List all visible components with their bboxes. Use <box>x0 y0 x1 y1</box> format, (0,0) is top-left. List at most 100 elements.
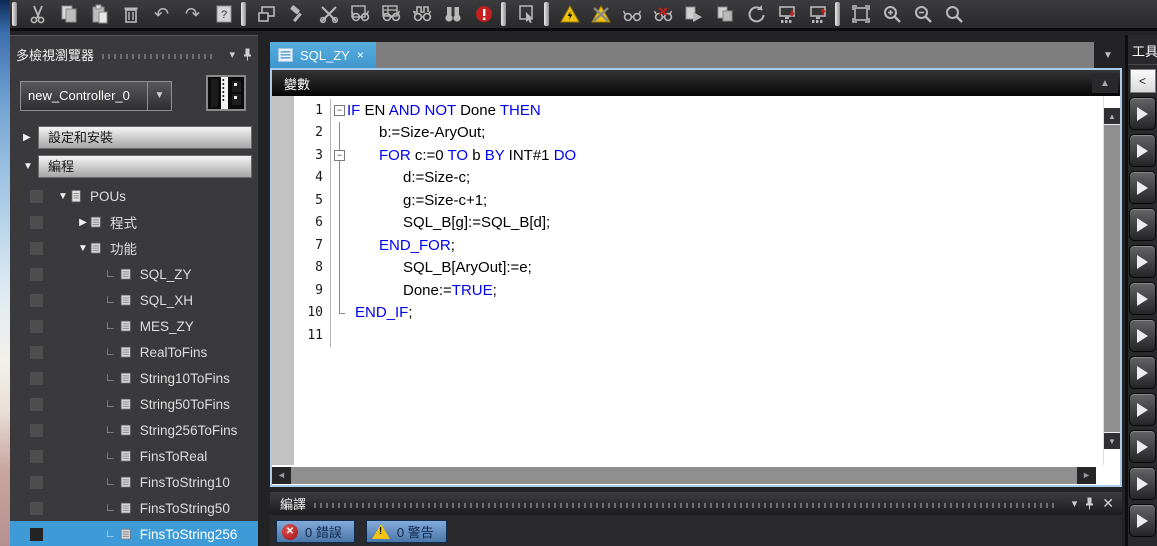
tree-item-FinsToString10[interactable]: ∟FinsToString10 <box>10 469 258 495</box>
expanded-arrow-icon[interactable]: ▼ <box>77 243 89 254</box>
tree-item-String10ToFins[interactable]: ∟String10ToFins <box>10 365 258 391</box>
synchronize-button[interactable] <box>740 1 771 27</box>
horizontal-scrollbar[interactable]: ◄ ► <box>272 465 1120 485</box>
transfer-to-controller-button[interactable] <box>771 1 802 27</box>
horizontal-scroll-thumb[interactable] <box>291 467 1077 484</box>
section-configuration[interactable]: ▶ 設定和安裝 <box>10 126 258 150</box>
zoom-fit-button[interactable] <box>845 1 876 27</box>
window-new-button[interactable] <box>251 1 282 27</box>
expanded-arrow-icon[interactable]: ▼ <box>23 161 33 172</box>
toolbox-expander-button[interactable] <box>1129 97 1156 130</box>
tree-item-SQL_ZY[interactable]: ∟SQL_ZY <box>10 261 258 287</box>
zoom-out-button[interactable] <box>907 1 938 27</box>
status-square <box>30 528 43 541</box>
help-button[interactable]: ? <box>208 1 239 27</box>
code-area[interactable]: 1−IF EN AND NOT Done THEN2b:=Size-AryOut… <box>272 96 1120 465</box>
variables-bar[interactable]: 變數 ▲ <box>272 70 1120 96</box>
toolbox-expander-button[interactable] <box>1129 430 1156 463</box>
tree-item-FinsToString50[interactable]: ∟FinsToString50 <box>10 495 258 521</box>
toolbox-expander-button[interactable] <box>1129 467 1156 500</box>
go-offline-button[interactable] <box>585 1 616 27</box>
gutter-margin <box>272 96 294 465</box>
paste-button[interactable] <box>84 1 115 27</box>
tree-item-String50ToFins[interactable]: ∟String50ToFins <box>10 391 258 417</box>
collapsed-arrow-icon[interactable]: ▶ <box>23 132 31 143</box>
close-icon[interactable]: ✕ <box>1102 495 1114 512</box>
tree-item-FinsToReal[interactable]: ∟FinsToReal <box>10 443 258 469</box>
tree-item-FinsToString256[interactable]: ∟FinsToString256 <box>10 521 258 546</box>
section-programming[interactable]: ▼ 編程 <box>10 155 258 179</box>
tree-item-String256ToFins[interactable]: ∟String256ToFins <box>10 417 258 443</box>
toolbox-collapse-button[interactable]: < <box>1130 69 1156 93</box>
scrollbar-spacer <box>1096 467 1120 484</box>
rebuild-button[interactable] <box>313 1 344 27</box>
check-all-button[interactable] <box>375 1 406 27</box>
tree-item-功能[interactable]: ▼ 功能 <box>10 235 258 261</box>
toolbox-expander-button[interactable] <box>1129 356 1156 389</box>
panel-menu-chevron-icon[interactable]: ▾ <box>1072 497 1078 510</box>
tree-item-RealToFins[interactable]: ∟RealToFins <box>10 339 258 365</box>
toolbox-expander-button[interactable] <box>1129 134 1156 167</box>
fold-column <box>330 279 347 302</box>
pin-icon[interactable] <box>1085 497 1094 510</box>
expanded-arrow-icon[interactable]: ▼ <box>57 191 69 202</box>
tab-list-chevron-icon[interactable]: ▼ <box>1094 42 1122 68</box>
tree-item-SQL_XH[interactable]: ∟SQL_XH <box>10 287 258 313</box>
section-configuration-label[interactable]: 設定和安裝 <box>38 126 252 149</box>
tree-item-label: 功能 <box>110 238 137 258</box>
errors-filter-button[interactable]: ✕ 0 錯誤 <box>276 520 355 543</box>
go-online-button[interactable] <box>554 1 585 27</box>
copy-button[interactable] <box>53 1 84 27</box>
redo-button[interactable]: ↷ <box>177 1 208 27</box>
code-text: g:=Size-c+1; <box>347 192 487 209</box>
warnings-filter-button[interactable]: 0 警告 <box>366 520 447 543</box>
scroll-left-button[interactable]: ◄ <box>272 467 291 484</box>
zoom-in-button[interactable] <box>876 1 907 27</box>
vertical-scroll-thumb[interactable] <box>1104 125 1120 432</box>
scroll-up-button[interactable]: ▲ <box>1104 108 1120 124</box>
run-program-button[interactable] <box>678 1 709 27</box>
abort-button[interactable] <box>468 1 499 27</box>
tree-item-MES_ZY[interactable]: ∟MES_ZY <box>10 313 258 339</box>
line-number: 5 <box>294 193 330 208</box>
fold-toggle-icon[interactable]: − <box>334 150 345 161</box>
fold-toggle-icon[interactable]: − <box>334 105 345 116</box>
undo-button[interactable]: ↶ <box>146 1 177 27</box>
transfer-from-controller-button[interactable] <box>802 1 833 27</box>
tree-item-POUs[interactable]: ▼POUs <box>10 183 258 209</box>
tab-close-icon[interactable]: × <box>357 48 364 62</box>
panel-menu-chevron-icon[interactable]: ▾ <box>229 48 235 61</box>
variables-collapse-button[interactable]: ▲ <box>1092 73 1118 93</box>
toolbox-expander-button[interactable] <box>1129 393 1156 426</box>
stop-program-button[interactable] <box>709 1 740 27</box>
cut-icon <box>28 4 48 24</box>
delete-button[interactable] <box>115 1 146 27</box>
build-hammer-button[interactable] <box>282 1 313 27</box>
toolbox-expander-button[interactable] <box>1129 171 1156 204</box>
status-square <box>30 320 43 333</box>
monitor-button[interactable] <box>616 1 647 27</box>
toolbox-expander-button[interactable] <box>1129 319 1156 352</box>
pointer-edit-button[interactable] <box>511 1 542 27</box>
pin-icon[interactable] <box>243 48 252 61</box>
scroll-down-button[interactable]: ▼ <box>1104 433 1120 449</box>
cut-button[interactable] <box>22 1 53 27</box>
toolbox-expander-button[interactable] <box>1129 208 1156 241</box>
toolbox-expander-button[interactable] <box>1129 282 1156 315</box>
tree-item-程式[interactable]: ▶程式 <box>10 209 258 235</box>
section-programming-label[interactable]: 編程 <box>38 155 252 178</box>
chevron-down-icon[interactable]: ▼ <box>147 82 171 110</box>
vertical-scrollbar[interactable]: ▲ ▼ <box>1103 96 1120 465</box>
stop-monitor-button[interactable] <box>647 1 678 27</box>
search-binoculars-button[interactable] <box>437 1 468 27</box>
toolbox-expander-button[interactable] <box>1129 504 1156 537</box>
toolbox-expander-button[interactable] <box>1129 245 1156 278</box>
build-panel-titlebar: 編譯 ▾ ✕ <box>270 492 1122 515</box>
zoom-extra-button[interactable] <box>938 1 969 27</box>
collapsed-arrow-icon[interactable]: ▶ <box>77 217 89 228</box>
tab-sql-zy[interactable]: SQL_ZY × <box>270 42 376 68</box>
data-trace-button[interactable] <box>406 1 437 27</box>
controller-selector[interactable]: new_Controller_0 ▼ <box>20 81 172 111</box>
check-programs-button[interactable] <box>344 1 375 27</box>
scroll-right-button[interactable]: ► <box>1077 467 1096 484</box>
